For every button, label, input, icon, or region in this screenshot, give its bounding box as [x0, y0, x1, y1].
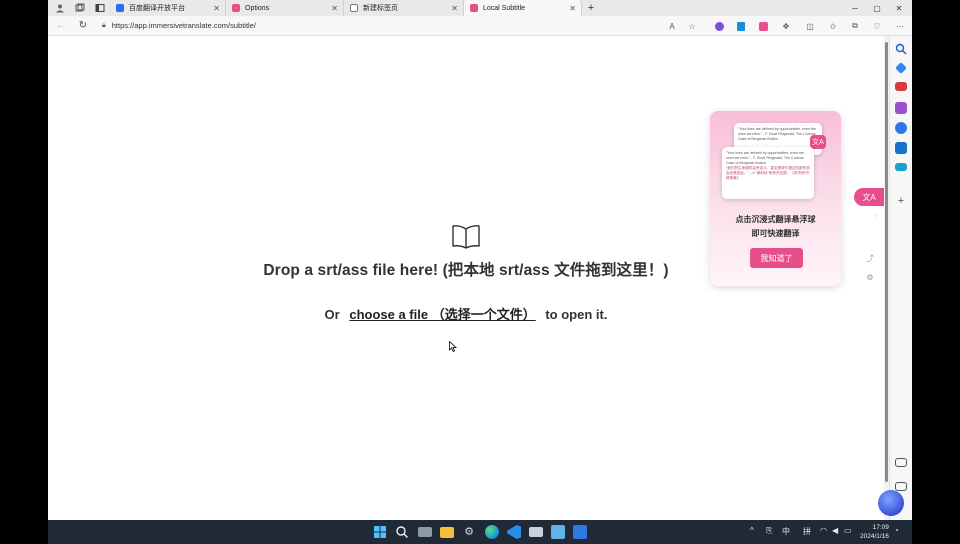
screen-icon[interactable] [895, 458, 907, 467]
clipboard-tray-icon[interactable]: ⎘ [766, 526, 772, 536]
outlook-icon[interactable] [895, 142, 907, 154]
baidu-favicon-icon [116, 4, 124, 12]
lock-icon: 🔒︎ [102, 21, 106, 29]
got-it-button[interactable]: 我知道了 [750, 248, 803, 268]
tab-title: Options [245, 4, 270, 12]
task-view-icon[interactable] [418, 527, 432, 537]
popup-title-line1: 点击沉浸式翻译悬浮球 [735, 215, 816, 224]
share-icon[interactable]: ⤴ [865, 253, 875, 263]
profile-icon[interactable] [50, 0, 70, 16]
vscode-icon[interactable] [507, 525, 521, 539]
back-button[interactable]: ← [50, 16, 72, 36]
mouse-cursor-icon [449, 341, 457, 352]
popup-title: 点击沉浸式翻译悬浮球 即可快速翻译 [710, 213, 841, 241]
refresh-button[interactable]: ↻ [72, 16, 94, 36]
immersive-favicon-icon [470, 4, 478, 12]
tools-briefcase-icon[interactable] [895, 82, 907, 91]
file-explorer-icon[interactable] [440, 527, 454, 538]
card-back-text: "Your lives are defined by opportunities… [738, 127, 816, 141]
edge-sidebar: + [889, 36, 912, 520]
immersive-floating-ball-tip: "Your lives are defined by opportunities… [710, 111, 841, 286]
notification-bell-icon[interactable]: ◔ [894, 526, 899, 535]
maximize-button[interactable]: ▢ [866, 0, 888, 16]
book-icon [452, 225, 480, 249]
close-icon[interactable]: ✕ [569, 4, 576, 13]
tab-title: 新建标签页 [363, 5, 398, 12]
popup-title-line2: 即可快速翻译 [751, 229, 800, 238]
url-text: https://app.immersivetranslate.com/subti… [111, 21, 256, 30]
floating-ball-close-icon[interactable]: ○ [871, 211, 881, 221]
tab-local-subtitle[interactable]: Local Subtitle ✕ [464, 0, 582, 16]
tab-title: 百度翻译开放平台 [129, 5, 185, 12]
windows-taskbar: ⚙ ^ ⎘ 中 拼 ◠ ◀ ▭ 17:09 2024/1/16 ◔ [48, 520, 912, 544]
immersive-floating-ball[interactable]: 文A [854, 188, 884, 206]
settings-gear-icon[interactable]: ⚙ [865, 272, 875, 282]
minimize-button[interactable]: ─ [844, 0, 866, 16]
card-front-zh: "我们的生命被机会所定义，甚至是我们错过的那些机会也是如此。" —F·斯科特·菲… [726, 166, 810, 180]
windows-start-icon[interactable] [373, 525, 387, 539]
workspaces-icon[interactable] [70, 0, 90, 16]
immersive-translate-extension-icon[interactable] [756, 19, 770, 33]
tab-new[interactable]: 新建标签页 ✕ [344, 0, 464, 16]
notepad-app-icon[interactable] [551, 525, 565, 539]
sample-card-front: "Your lives are defined by opportunities… [722, 147, 814, 199]
tab-baidu[interactable]: 百度翻译开放平台 ✕ [110, 0, 226, 16]
or-suffix: to open it. [545, 307, 608, 322]
open-file-line: Or choose a file （选择一个文件） to open it. [48, 304, 884, 323]
choose-file-link[interactable]: choose a file （选择一个文件） [349, 307, 535, 322]
browser-window: 百度翻译开放平台 ✕ Options ✕ 新建标签页 ✕ Local Subti… [48, 0, 912, 544]
extension-purple-icon[interactable] [712, 19, 726, 33]
read-aloud-icon[interactable]: A [665, 19, 679, 33]
collections-icon[interactable]: ⧉ [848, 19, 862, 33]
mail-app-icon[interactable] [529, 527, 543, 537]
taskbar-clock[interactable]: 17:09 2024/1/16 [860, 523, 889, 541]
wifi-icon[interactable]: ◠ [820, 526, 827, 535]
new-tab-button[interactable]: + [582, 0, 600, 16]
copilot-icon[interactable] [878, 490, 904, 516]
browser-essentials-icon[interactable]: ♡ [870, 19, 884, 33]
add-app-icon[interactable]: + [895, 195, 907, 207]
card-front-en: "Your lives are defined by opportunities… [726, 151, 804, 165]
extensions-puzzle-icon[interactable]: ✥ [779, 19, 793, 33]
address-bar[interactable]: 🔒︎ https://app.immersivetranslate.com/su… [102, 21, 256, 30]
tab-strip: 百度翻译开放平台 ✕ Options ✕ 新建标签页 ✕ Local Subti… [48, 0, 912, 16]
extension-blue-icon[interactable] [734, 19, 748, 33]
immersive-favicon-icon [232, 4, 240, 12]
translate-badge-icon: 文A [810, 135, 826, 149]
tab-actions-icon[interactable] [90, 0, 110, 16]
ime-mode[interactable]: 中 [782, 526, 790, 537]
newtab-favicon-icon [350, 4, 358, 12]
favorites-icon[interactable]: ✩ [826, 19, 840, 33]
edge-browser-icon[interactable] [485, 525, 499, 539]
close-icon[interactable]: ✕ [331, 4, 338, 13]
microsoft-365-icon[interactable] [895, 122, 907, 134]
more-menu-icon[interactable]: ⋯ [893, 19, 907, 33]
sidebar-toggle-icon[interactable] [895, 482, 907, 491]
show-hidden-icons[interactable]: ^ [750, 526, 754, 535]
split-screen-icon[interactable]: ◫ [803, 19, 817, 33]
taskbar-search-icon[interactable] [395, 525, 409, 539]
scrollbar-thumb[interactable] [885, 42, 888, 482]
volume-icon[interactable]: ◀ [832, 526, 838, 535]
games-icon[interactable] [895, 102, 907, 114]
clock-time: 17:09 [872, 524, 889, 531]
search-icon[interactable] [895, 42, 907, 55]
close-window-button[interactable]: ✕ [888, 0, 910, 16]
tab-options[interactable]: Options ✕ [226, 0, 344, 16]
shopping-tag-icon[interactable] [895, 62, 907, 74]
drop-icon[interactable] [895, 163, 907, 171]
favorite-star-icon[interactable]: ☆ [685, 19, 699, 33]
ime-pinyin[interactable]: 拼 [803, 526, 811, 537]
close-icon[interactable]: ✕ [213, 4, 220, 13]
settings-app-icon[interactable]: ⚙ [462, 525, 476, 539]
or-prefix: Or [324, 307, 340, 322]
close-icon[interactable]: ✕ [451, 4, 458, 13]
battery-icon[interactable]: ▭ [844, 526, 852, 535]
tab-title: Local Subtitle [483, 4, 526, 12]
document-app-icon[interactable] [573, 525, 587, 539]
clock-date: 2024/1/16 [860, 533, 889, 540]
